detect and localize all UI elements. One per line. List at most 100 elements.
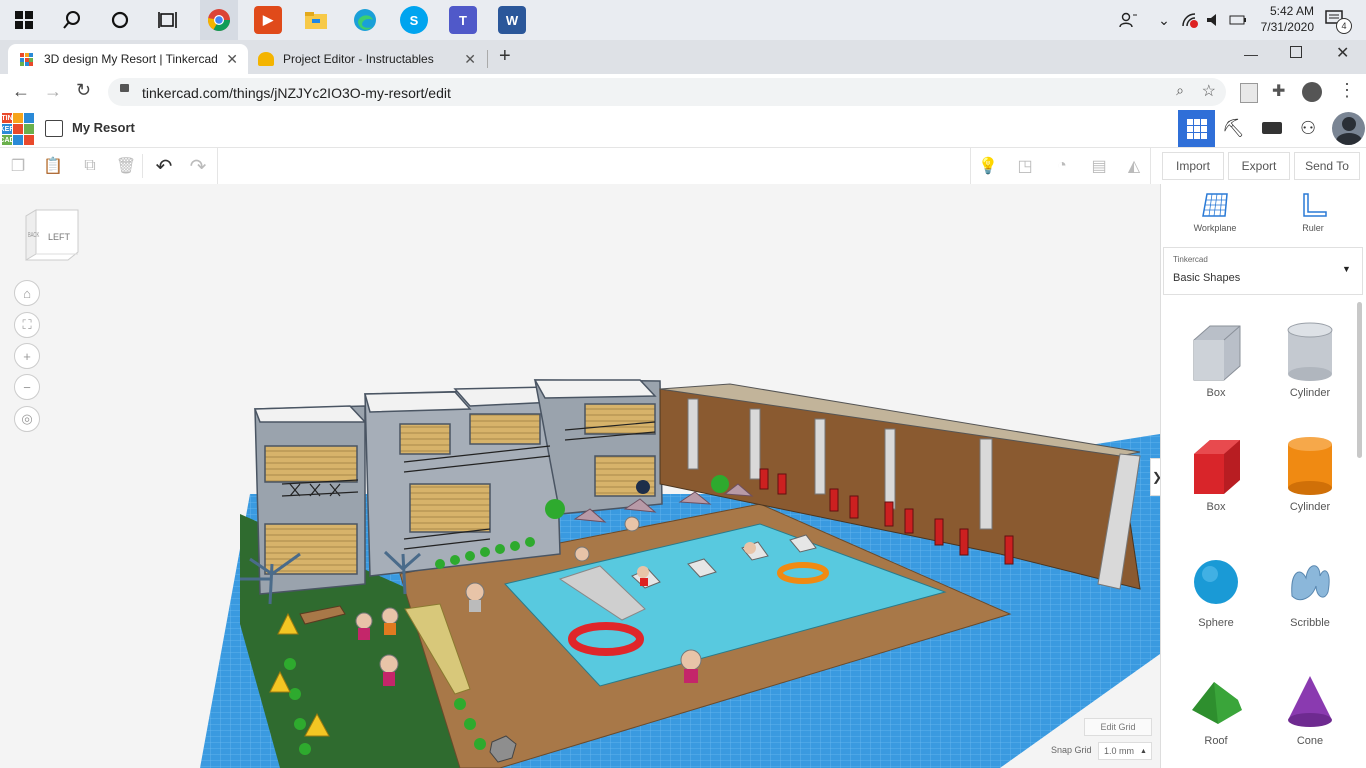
delete-trash-icon[interactable]: 🗑	[114, 154, 138, 178]
action-center-icon[interactable]: 4	[1322, 6, 1352, 34]
chrome-icon[interactable]	[205, 6, 233, 34]
shape-label: Cylinder	[1289, 501, 1331, 513]
mirror-icon[interactable]: ◭	[1122, 154, 1146, 178]
browser-tab-strip: 3D design My Resort | Tinkercad ✕ Projec…	[0, 40, 1366, 74]
task-view-icon[interactable]	[154, 6, 182, 34]
tinkercad-logo[interactable]: TIN KER CAD	[0, 113, 34, 145]
duplicate-icon[interactable]: ⧉	[78, 154, 102, 178]
shape-cylinder-orange[interactable]: Cylinder	[1265, 436, 1355, 513]
lightbulb-notes-icon[interactable]: 💡	[976, 154, 1000, 178]
scribble-icon	[1291, 565, 1330, 601]
bricks-icon[interactable]	[1262, 122, 1282, 134]
close-tab-icon[interactable]: ✕	[464, 51, 476, 68]
caret-up-icon: ▲	[1140, 747, 1147, 755]
snap-grid-select[interactable]: 1.0 mm ▲	[1098, 742, 1152, 760]
panel-scrollbar[interactable]	[1357, 302, 1362, 458]
user-avatar[interactable]	[1332, 112, 1365, 145]
workplane-grid-icon	[1202, 193, 1228, 217]
teams-icon[interactable]: T	[449, 6, 477, 34]
edge-icon[interactable]	[351, 6, 379, 34]
ruler-label: Ruler	[1302, 223, 1324, 233]
redo-icon[interactable]: ↷	[186, 154, 210, 178]
profile-avatar-icon[interactable]	[1302, 82, 1322, 102]
logo-row-3: CAD	[0, 135, 15, 145]
sphere-icon	[1194, 560, 1238, 604]
add-user-icon[interactable]: ⚇	[1300, 118, 1316, 139]
extension-icon[interactable]	[1240, 83, 1258, 103]
app-icon-red[interactable]: ▶	[254, 6, 282, 34]
reload-icon[interactable]: ↻	[76, 80, 91, 101]
send-to-button[interactable]: Send To	[1294, 152, 1360, 180]
edit-grid-button[interactable]: Edit Grid	[1084, 718, 1152, 736]
clock-time: 5:42 AM	[1269, 4, 1314, 18]
tab-instructables[interactable]: Project Editor - Instructables ✕	[250, 44, 486, 74]
ruler-tool[interactable]: Ruler	[1273, 192, 1353, 233]
forward-arrow-icon[interactable]: →	[44, 81, 62, 102]
shape-label: Box	[1206, 501, 1226, 513]
system-clock[interactable]: 5:42 AM 7/31/2020	[1261, 3, 1314, 35]
shape-sphere[interactable]: Sphere	[1171, 552, 1261, 629]
roof-icon	[1192, 682, 1242, 724]
edit-toolbar: ❐ 📋 ⧉ 🗑 ↶ ↷ 💡 ◳ ◔ ▤ ◭ Import Export Send…	[0, 148, 1366, 185]
show-all-icon[interactable]: ◳	[1013, 154, 1037, 178]
skype-icon[interactable]: S	[400, 6, 428, 34]
close-tab-icon[interactable]: ✕	[226, 51, 238, 68]
tab-tinkercad[interactable]: 3D design My Resort | Tinkercad ✕	[8, 44, 248, 74]
snap-grid-label: Snap Grid	[1051, 745, 1092, 755]
workplane-label: Workplane	[1193, 223, 1237, 233]
align-icon[interactable]: ▤	[1087, 154, 1111, 178]
3d-workplane-viewport[interactable]: LEFT BACK ⌂ ⛶ + − ◎ Edit Grid Snap Grid …	[0, 184, 1160, 768]
import-button[interactable]: Import	[1162, 152, 1224, 180]
workplane-tool[interactable]: Workplane	[1175, 192, 1255, 233]
browser-menu-icon[interactable]: ⋮	[1338, 80, 1356, 101]
shape-label: Sphere	[1198, 617, 1234, 629]
shape-cone[interactable]: Cone	[1265, 670, 1355, 747]
restore-window-button[interactable]	[1290, 46, 1302, 58]
shape-box-red[interactable]: Box	[1171, 436, 1261, 513]
zoom-icon[interactable]: ⌕	[1176, 82, 1184, 99]
people-icon[interactable]	[1114, 6, 1142, 34]
paste-icon[interactable]: 📋	[41, 154, 65, 178]
cone-icon	[1288, 676, 1332, 727]
shape-box-gray[interactable]: Box	[1171, 322, 1261, 399]
shape-label: Cone	[1296, 735, 1324, 747]
new-tab-button[interactable]: +	[499, 45, 511, 68]
logo-row-2: KER	[0, 124, 15, 134]
url-omnibox[interactable]: tinkercad.com/things/jNZJYc2IO3O-my-reso…	[108, 78, 1226, 106]
lock-icon	[120, 84, 129, 92]
extensions-puzzle-icon[interactable]: ✚	[1272, 81, 1285, 101]
cylinder-icon	[1288, 437, 1332, 495]
resort-3d-scene[interactable]	[0, 184, 1160, 768]
undo-icon[interactable]: ↶	[152, 154, 176, 178]
shape-cylinder-gray[interactable]: Cylinder	[1265, 322, 1355, 399]
file-explorer-icon[interactable]	[302, 6, 330, 34]
close-window-button[interactable]: ✕	[1336, 43, 1349, 63]
cortana-icon[interactable]	[106, 6, 134, 34]
windows-start-icon[interactable]	[10, 6, 38, 34]
box-icon	[1194, 440, 1240, 494]
dropdown-arrow-icon: ▼	[1342, 264, 1351, 274]
minimize-window-button[interactable]: —	[1244, 46, 1258, 62]
clock-date: 7/31/2020	[1260, 20, 1314, 34]
bookmark-star-icon[interactable]: ☆	[1202, 81, 1216, 101]
library-source-label: Tinkercad	[1173, 255, 1208, 264]
blocks-pickaxe-icon[interactable]: ⛏	[1222, 118, 1245, 139]
shape-library-dropdown[interactable]: Tinkercad Basic Shapes ▼	[1163, 247, 1363, 295]
tinkercad-favicon-icon	[20, 53, 33, 66]
3d-design-view-button[interactable]	[1178, 110, 1215, 147]
back-arrow-icon[interactable]: ←	[12, 81, 30, 102]
group-icon[interactable]: ◔	[1050, 154, 1074, 178]
collapse-panel-chevron-icon[interactable]: ❯	[1150, 458, 1160, 496]
shape-roof[interactable]: Roof	[1171, 670, 1261, 747]
design-title[interactable]: My Resort	[72, 120, 135, 135]
show-hidden-icons-chevron-icon[interactable]: ⌄	[1150, 6, 1178, 34]
copy-icon[interactable]: ❐	[6, 154, 30, 178]
shape-label: Cylinder	[1289, 387, 1331, 399]
design-list-icon[interactable]	[45, 120, 63, 137]
shape-scribble[interactable]: Scribble	[1265, 552, 1355, 629]
search-icon[interactable]	[58, 6, 86, 34]
ruler-icon	[1303, 193, 1327, 217]
export-button[interactable]: Export	[1228, 152, 1290, 180]
battery-icon[interactable]	[1224, 6, 1252, 34]
word-icon[interactable]: W	[498, 6, 526, 34]
